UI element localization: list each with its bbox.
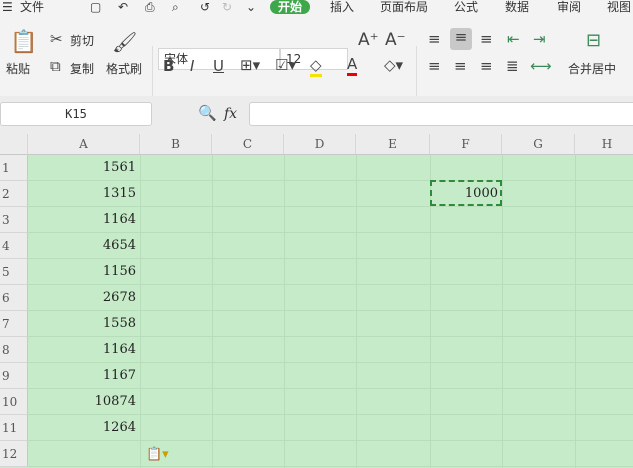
row-header[interactable]: 5: [0, 259, 28, 285]
justify-icon[interactable]: ≣: [506, 57, 519, 75]
gridline: [284, 155, 285, 468]
indent-increase-icon[interactable]: ⇥: [533, 30, 546, 48]
cell-A8[interactable]: 1164: [28, 337, 140, 363]
print-icon[interactable]: ⎙: [145, 0, 155, 14]
distributed-icon[interactable]: ⟷: [530, 57, 552, 75]
row-header[interactable]: 2: [0, 181, 28, 207]
indent-decrease-icon[interactable]: ⇤: [507, 30, 520, 48]
row-header[interactable]: 7: [0, 311, 28, 337]
tab-review[interactable]: 审阅: [557, 0, 581, 14]
column-header-G[interactable]: G: [502, 134, 575, 155]
italic-icon[interactable]: I: [190, 57, 194, 75]
tab-insert[interactable]: 插入: [330, 0, 354, 14]
gridline: [502, 155, 503, 468]
name-box[interactable]: K15: [0, 102, 152, 126]
row-header[interactable]: 11: [0, 415, 28, 441]
cell-A7[interactable]: 1558: [28, 311, 140, 337]
cell-A10[interactable]: 10874: [28, 389, 140, 415]
row-header[interactable]: 12: [0, 441, 28, 467]
align-bottom-icon[interactable]: ≡: [480, 30, 493, 48]
copy-icon: ⧉: [50, 57, 61, 75]
column-header-D[interactable]: D: [284, 134, 356, 155]
formula-input[interactable]: [249, 102, 633, 126]
column-header-E[interactable]: E: [356, 134, 430, 155]
preview-icon[interactable]: ⌕: [172, 0, 179, 14]
cell-A1[interactable]: 1561: [28, 155, 140, 181]
chevron-down-icon[interactable]: ⌄: [246, 0, 256, 14]
align-top-icon[interactable]: ≡: [428, 30, 441, 48]
tab-formulas[interactable]: 公式: [454, 0, 478, 14]
merge-center-button[interactable]: 合并居中: [568, 60, 616, 77]
scissors-icon: ✂: [50, 30, 63, 48]
menu-bar: ☰ 文件 ▢ ↶ ⎙ ⌕ ↺ ↻ ⌄ 开始 插入 页面布局 公式 数据 审阅 视…: [0, 0, 633, 20]
cell-A12[interactable]: [28, 441, 140, 467]
column-header-H[interactable]: H: [575, 134, 633, 155]
undo-icon[interactable]: ↶: [118, 0, 128, 14]
undo-icon[interactable]: ↺: [200, 0, 210, 14]
row-header[interactable]: 8: [0, 337, 28, 363]
spreadsheet-grid[interactable]: A B C D E F G H 1 1561 2 1315 3 1164 4 4654 5 1156 6 2678 7 1…: [0, 134, 633, 468]
column-header-C[interactable]: C: [212, 134, 284, 155]
format-painter-button[interactable]: 格式刷: [106, 60, 142, 77]
align-center-icon[interactable]: ≡: [454, 57, 467, 75]
copy-button[interactable]: 复制: [70, 60, 94, 77]
eraser-icon[interactable]: ◇▾: [384, 56, 403, 74]
cell-A5[interactable]: 1156: [28, 259, 140, 285]
column-header-A[interactable]: A: [28, 134, 140, 155]
cell-A9[interactable]: 1167: [28, 363, 140, 389]
align-right-icon[interactable]: ≡: [480, 57, 493, 75]
cell-A6[interactable]: 2678: [28, 285, 140, 311]
paste-icon[interactable]: 📋: [10, 30, 37, 55]
gridline: [575, 155, 576, 468]
brush-icon: 🖌: [112, 30, 138, 54]
conditional-format-icon[interactable]: ☑▾: [275, 56, 296, 74]
align-left-icon[interactable]: ≡: [428, 57, 441, 75]
tab-view[interactable]: 视图: [607, 0, 631, 14]
align-middle-icon[interactable]: ≡: [450, 28, 472, 50]
formula-bar: K15 🔍 fx: [0, 96, 633, 134]
font-color-icon[interactable]: A: [347, 55, 358, 76]
gridline: [356, 155, 357, 468]
underline-icon[interactable]: U: [213, 57, 224, 75]
row-header[interactable]: 9: [0, 363, 28, 389]
fill-color-icon[interactable]: ◇: [310, 56, 322, 77]
gridline: [212, 155, 213, 468]
menu-file[interactable]: 文件: [20, 0, 44, 14]
tab-home[interactable]: 开始: [270, 0, 311, 14]
row-header[interactable]: 1: [0, 155, 28, 181]
row-header[interactable]: 3: [0, 207, 28, 233]
row-header[interactable]: 10: [0, 389, 28, 415]
row-header[interactable]: 6: [0, 285, 28, 311]
cell-A4[interactable]: 4654: [28, 233, 140, 259]
bold-icon[interactable]: B: [163, 57, 174, 75]
ribbon: 📋 粘贴 ✂ 剪切 ⧉ 复制 🖌 格式刷 宋体 12 A⁺ A⁻ B I U ⊞…: [0, 20, 633, 106]
cell-A3[interactable]: 1164: [28, 207, 140, 233]
column-header-B[interactable]: B: [140, 134, 212, 155]
paste-options-icon[interactable]: 📋▾: [146, 447, 169, 462]
cell-A11[interactable]: 1264: [28, 415, 140, 441]
decrease-font-icon[interactable]: A⁻: [385, 30, 406, 50]
tab-page-layout[interactable]: 页面布局: [380, 0, 428, 14]
hamburger-icon[interactable]: ☰: [2, 0, 13, 14]
redo-icon[interactable]: ↻: [222, 0, 232, 14]
cell-A2[interactable]: 1315: [28, 181, 140, 207]
border-icon[interactable]: ⊞▾: [240, 56, 260, 74]
select-all[interactable]: [0, 134, 28, 155]
fx-button[interactable]: fx: [224, 106, 237, 122]
tab-data[interactable]: 数据: [505, 0, 529, 14]
merge-icon: ⊟: [586, 30, 602, 51]
increase-font-icon[interactable]: A⁺: [358, 30, 379, 50]
column-header-F[interactable]: F: [430, 134, 502, 155]
save-icon[interactable]: ▢: [90, 0, 101, 14]
copy-marquee: [430, 180, 502, 206]
cut-button[interactable]: 剪切: [70, 32, 94, 49]
gridline: [140, 155, 141, 468]
zoom-icon[interactable]: 🔍: [198, 104, 217, 122]
row-header[interactable]: 4: [0, 233, 28, 259]
paste-button[interactable]: 粘贴: [6, 60, 30, 77]
